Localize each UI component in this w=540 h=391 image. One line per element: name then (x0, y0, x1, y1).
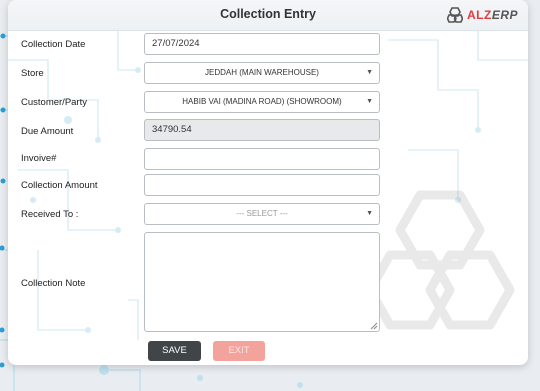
resize-handle-icon[interactable] (370, 322, 378, 330)
store-select-value: JEDDAH (MAIN WAREHOUSE) (205, 68, 319, 77)
collection-amount-label: Collection Amount (21, 180, 98, 191)
customer-select-value: HABIB VAI (MADINA ROAD) (SHOWROOM) (182, 97, 342, 106)
dialog-header: Collection Entry ALZ ERP (8, 0, 528, 31)
chevron-down-icon: ▼ (366, 69, 373, 76)
collection-note-textarea[interactable] (144, 232, 380, 332)
brand-suffix: ERP (491, 8, 518, 22)
store-select[interactable]: JEDDAH (MAIN WAREHOUSE) ▼ (144, 62, 380, 84)
due-amount-label: Due Amount (21, 126, 74, 137)
collection-note-label: Collection Note (21, 278, 86, 289)
received-to-label: Received To : (21, 209, 79, 220)
invoice-label: Invoive# (21, 153, 57, 164)
alzerp-logo-icon (446, 7, 463, 23)
due-amount-field: 34790.54 (144, 119, 380, 141)
collection-date-label: Collection Date (21, 39, 86, 50)
customer-select[interactable]: HABIB VAI (MADINA ROAD) (SHOWROOM) ▼ (144, 91, 380, 113)
brand-prefix: ALZ (466, 8, 492, 22)
exit-button[interactable]: EXIT (213, 341, 265, 361)
save-button[interactable]: SAVE (148, 341, 201, 361)
received-to-select-value: --- SELECT --- (236, 209, 288, 218)
store-label: Store (21, 68, 44, 79)
collection-entry-dialog: Collection Entry ALZ ERP Collection Date … (8, 0, 528, 365)
chevron-down-icon: ▼ (366, 98, 373, 105)
alzerp-watermark (365, 190, 515, 330)
brand-logo: ALZ ERP (446, 6, 518, 24)
invoice-input[interactable] (144, 148, 380, 170)
collection-amount-input[interactable] (144, 174, 380, 196)
collection-date-input[interactable]: 27/07/2024 (144, 33, 380, 55)
chevron-down-icon: ▼ (366, 210, 373, 217)
customer-label: Customer/Party (21, 97, 87, 108)
received-to-select[interactable]: --- SELECT --- ▼ (144, 203, 380, 225)
